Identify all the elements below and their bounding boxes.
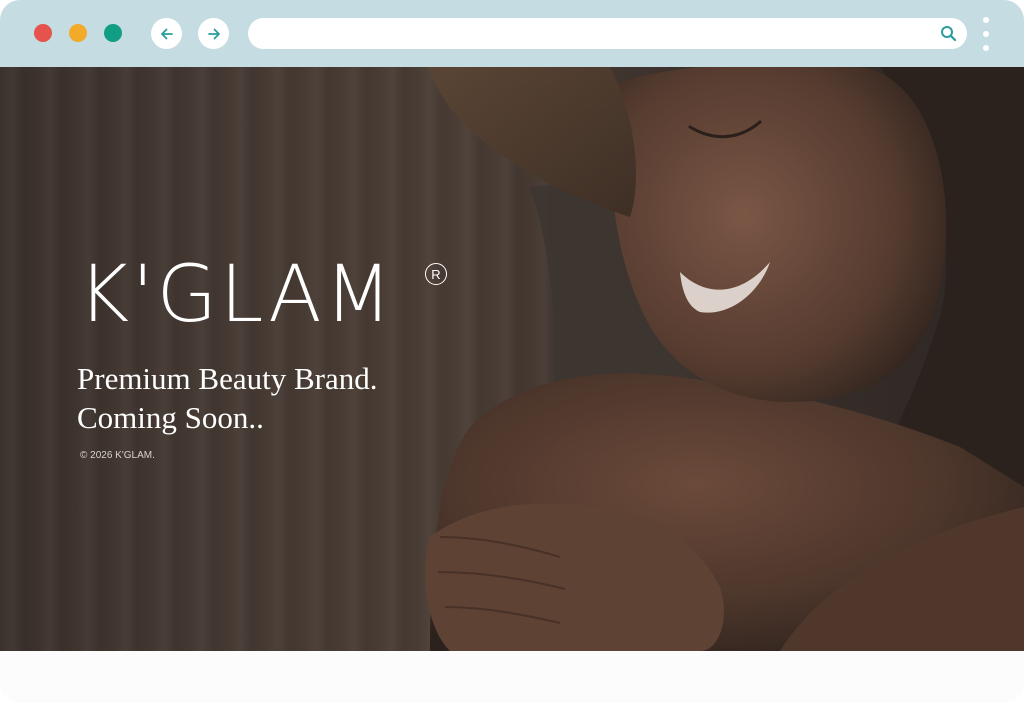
registered-mark-icon: R — [425, 263, 447, 285]
menu-dot — [983, 45, 989, 51]
arrow-right-icon — [207, 28, 220, 39]
maximize-window-button[interactable] — [104, 24, 122, 42]
browser-toolbar — [0, 0, 1024, 67]
menu-dot — [983, 31, 989, 37]
browser-window: K'GLAM R Premium Beauty Brand. Coming So… — [0, 0, 1024, 703]
copyright-notice: © 2026 K'GLAM. — [80, 450, 155, 461]
address-bar[interactable] — [248, 18, 967, 49]
tagline-line-1: Premium Beauty Brand. — [77, 361, 378, 396]
search-icon[interactable] — [940, 25, 957, 42]
forward-button[interactable] — [198, 18, 229, 49]
arrow-left-icon — [160, 28, 173, 39]
close-window-button[interactable] — [34, 24, 52, 42]
tagline: Premium Beauty Brand. Coming Soon.. — [77, 359, 377, 437]
minimize-window-button[interactable] — [69, 24, 87, 42]
kebab-menu-icon[interactable] — [980, 17, 992, 51]
tagline-line-2: Coming Soon.. — [77, 400, 264, 435]
menu-dot — [983, 17, 989, 23]
page-viewport: K'GLAM R Premium Beauty Brand. Coming So… — [0, 67, 1024, 651]
back-button[interactable] — [151, 18, 182, 49]
brand-logo: K'GLAM — [78, 250, 395, 340]
